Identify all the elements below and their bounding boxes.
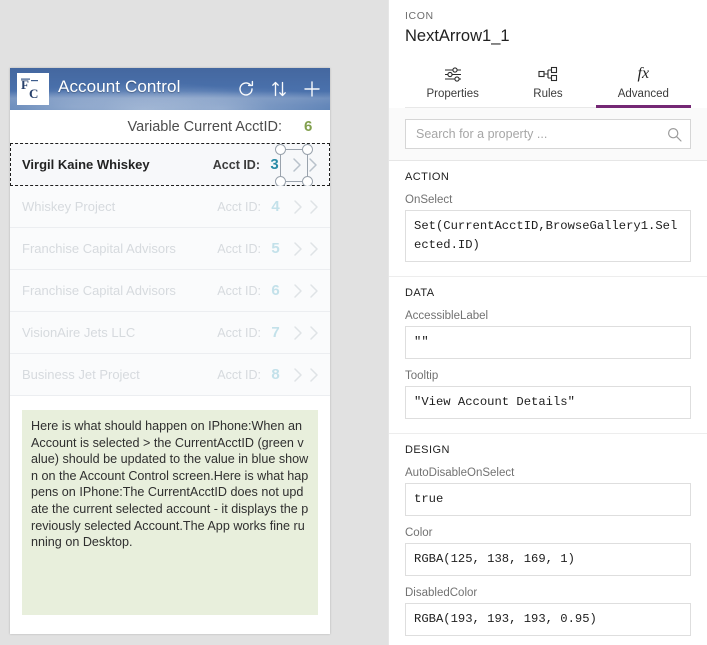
property-value-field[interactable]: "": [405, 326, 691, 359]
acct-id-value: 6: [271, 282, 280, 299]
account-name: Virgil Kaine Whiskey: [22, 157, 150, 172]
tab-properties-label: Properties: [426, 88, 479, 100]
property-value-field[interactable]: true: [405, 483, 691, 516]
variable-label: Variable Current AcctID:: [127, 118, 282, 135]
property-autodisableonselect: AutoDisableOnSelect true: [405, 467, 691, 516]
account-name: Franchise Capital Advisors: [22, 241, 176, 256]
acct-id-label: Acct ID:: [212, 157, 260, 172]
gallery-row[interactable]: VisionAire Jets LLC Acct ID: 7: [10, 312, 330, 354]
gallery-row-selected[interactable]: Virgil Kaine Whiskey Acct ID: 3: [10, 143, 330, 187]
property-accessiblelabel: AccessibleLabel "": [405, 310, 691, 359]
next-arrow-icon[interactable]: [306, 365, 322, 385]
acct-id-value: 8: [271, 366, 280, 383]
section-action: ACTION OnSelect Set(CurrentAcctID,Browse…: [389, 161, 707, 277]
panel-tabs: Properties Rules fx Advanced: [405, 57, 692, 108]
property-tooltip: Tooltip "View Account Details": [405, 370, 691, 419]
next-arrow-icon-inner[interactable]: [290, 323, 306, 343]
property-disabledcolor: DisabledColor RGBA(193, 193, 193, 0.95): [405, 587, 691, 636]
panel-header: ICON NextArrow1_1 Properties Rules fx Ad…: [389, 0, 707, 108]
section-title: DATA: [405, 287, 435, 299]
next-arrow-icon[interactable]: [306, 323, 322, 343]
control-name: NextArrow1_1: [405, 27, 510, 45]
next-arrow-icon-inner[interactable]: [290, 365, 306, 385]
gallery-row[interactable]: Franchise Capital Advisors Acct ID: 6: [10, 270, 330, 312]
next-arrow-icon-inner[interactable]: [290, 239, 306, 259]
tab-advanced[interactable]: fx Advanced: [595, 57, 692, 108]
acct-id-label: Acct ID:: [217, 241, 261, 256]
tab-rules[interactable]: Rules: [500, 57, 595, 107]
sort-icon[interactable]: [269, 79, 289, 99]
gallery-row[interactable]: Franchise Capital Advisors Acct ID: 5: [10, 228, 330, 270]
acct-id-value: 5: [271, 240, 280, 257]
app-logo-icon: F C: [17, 73, 49, 105]
variable-value: 6: [304, 118, 313, 135]
browse-gallery[interactable]: Virgil Kaine Whiskey Acct ID: 3 Whiskey …: [10, 143, 330, 396]
next-arrow-icon[interactable]: [306, 239, 322, 259]
sliders-icon: [405, 64, 500, 84]
property-label: Tooltip: [405, 370, 439, 382]
property-label: OnSelect: [405, 194, 453, 206]
gallery-row[interactable]: Whiskey Project Acct ID: 4: [10, 186, 330, 228]
account-name: Business Jet Project: [22, 367, 140, 382]
next-arrow-icon-inner[interactable]: [289, 155, 305, 175]
next-arrow-icon-inner[interactable]: [290, 197, 306, 217]
acct-id-label: Acct ID:: [217, 325, 261, 340]
app-header-actions: [236, 68, 322, 110]
acct-id-value: 3: [270, 156, 279, 173]
property-search-wrap: [389, 108, 707, 161]
panel-body: ACTION OnSelect Set(CurrentAcctID,Browse…: [389, 161, 707, 645]
note-textbox[interactable]: Here is what should happen on IPhone:Whe…: [22, 410, 318, 615]
property-onselect: OnSelect Set(CurrentAcctID,BrowseGallery…: [405, 194, 691, 262]
next-arrow-icon[interactable]: [306, 281, 322, 301]
account-name: VisionAire Jets LLC: [22, 325, 136, 340]
refresh-icon[interactable]: [236, 79, 256, 99]
app-title: Account Control: [58, 77, 181, 96]
property-label: DisabledColor: [405, 587, 478, 599]
next-arrow-icon[interactable]: [305, 155, 321, 175]
screen-root: F C Account Control Variable Current Acc…: [0, 0, 707, 645]
property-value-field[interactable]: RGBA(125, 138, 169, 1): [405, 543, 691, 576]
property-search[interactable]: [405, 119, 691, 149]
acct-id-label: Acct ID:: [217, 367, 261, 382]
app-header: F C Account Control: [10, 68, 330, 110]
section-data: DATA AccessibleLabel "" Tooltip "View Ac…: [389, 277, 707, 434]
next-arrow-icon[interactable]: [306, 197, 322, 217]
fx-icon: fx: [637, 65, 650, 82]
properties-panel: ICON NextArrow1_1 Properties Rules fx Ad…: [388, 0, 707, 645]
account-name: Franchise Capital Advisors: [22, 283, 176, 298]
property-label: AccessibleLabel: [405, 310, 489, 322]
property-color: Color RGBA(125, 138, 169, 1): [405, 527, 691, 576]
search-icon[interactable]: [667, 127, 682, 142]
search-input[interactable]: [406, 120, 690, 148]
app-canvas-area: F C Account Control Variable Current Acc…: [0, 0, 388, 645]
property-value-field[interactable]: "View Account Details": [405, 386, 691, 419]
resize-handle-top-left[interactable]: [275, 144, 286, 155]
property-label: AutoDisableOnSelect: [405, 467, 515, 479]
svg-text:C: C: [29, 86, 38, 101]
control-kind-label: ICON: [405, 10, 434, 22]
acct-id-label: Acct ID:: [217, 283, 261, 298]
account-name: Whiskey Project: [22, 199, 116, 214]
property-label: Color: [405, 527, 433, 539]
gallery-row[interactable]: Business Jet Project Acct ID: 8: [10, 354, 330, 396]
add-icon[interactable]: [302, 79, 322, 99]
section-design: DESIGN AutoDisableOnSelect true Color RG…: [389, 434, 707, 645]
resize-handle-top-right[interactable]: [302, 144, 313, 155]
tab-rules-label: Rules: [533, 88, 563, 100]
variable-current-acctid-row: Variable Current AcctID: 6: [10, 110, 330, 143]
section-title: ACTION: [405, 171, 450, 183]
tab-advanced-label: Advanced: [617, 88, 669, 100]
phone-app-canvas[interactable]: F C Account Control Variable Current Acc…: [10, 68, 330, 634]
tab-properties[interactable]: Properties: [405, 57, 500, 107]
next-arrow-icon-inner[interactable]: [290, 281, 306, 301]
property-value-field[interactable]: RGBA(193, 193, 193, 0.95): [405, 603, 691, 636]
acct-id-label: Acct ID:: [217, 199, 261, 214]
acct-id-value: 7: [271, 324, 280, 341]
property-value-field[interactable]: Set(CurrentAcctID,BrowseGallery1.Selecte…: [405, 210, 691, 262]
section-title: DESIGN: [405, 444, 450, 456]
hierarchy-icon: [500, 64, 595, 84]
acct-id-value: 4: [271, 198, 280, 215]
